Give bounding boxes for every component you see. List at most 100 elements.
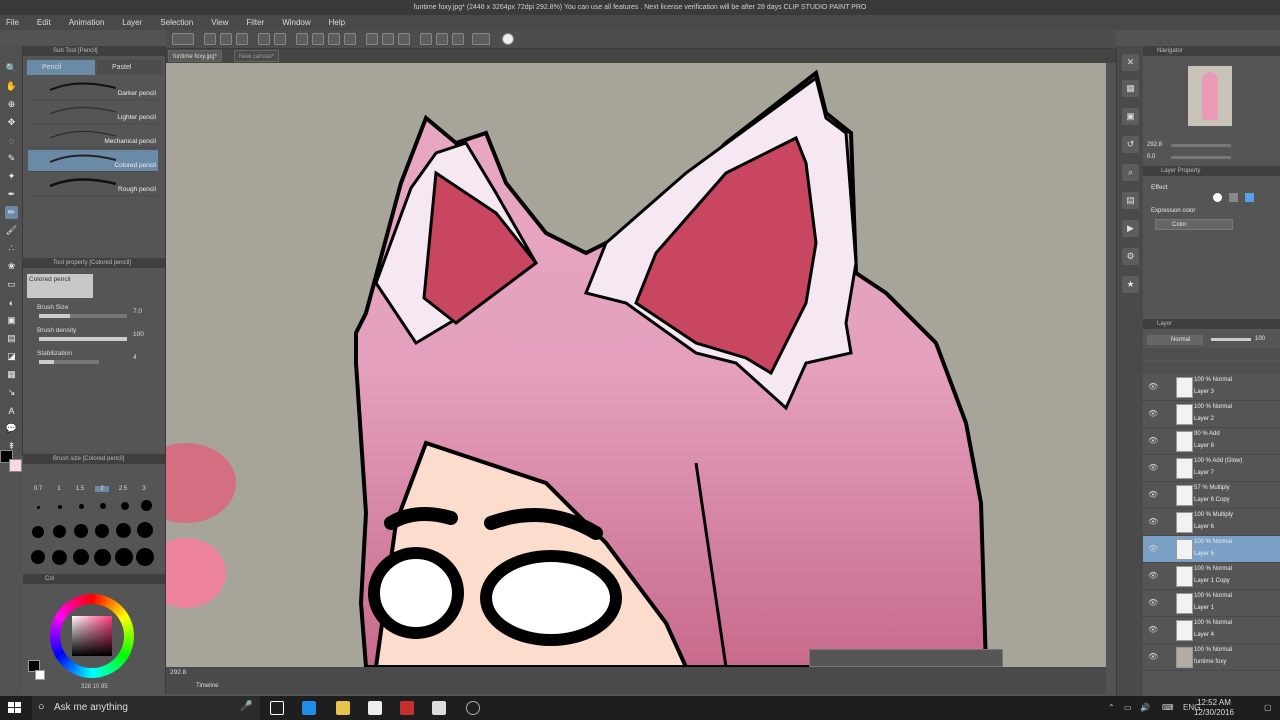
size-dot[interactable] (116, 523, 131, 538)
opacity-slider[interactable] (1211, 338, 1251, 341)
search-input[interactable]: Ask me anything (32, 696, 260, 720)
save-icon[interactable] (236, 33, 248, 45)
airbrush-icon[interactable]: ∴ (5, 242, 18, 255)
layer-actions-bar[interactable] (1143, 361, 1280, 373)
wand-icon[interactable]: ✦ (5, 170, 18, 183)
display-settings-icon[interactable] (472, 33, 490, 45)
zoom-readout[interactable]: 292.8 (170, 669, 186, 676)
pen-icon[interactable]: ✒ (5, 188, 18, 201)
edge-icon[interactable] (302, 701, 316, 715)
canvas[interactable] (166, 63, 1106, 667)
sub-view-icon[interactable]: ▣ (1122, 108, 1139, 125)
close-icon[interactable]: ✕ (1122, 54, 1139, 71)
task-view-icon[interactable] (270, 701, 284, 715)
help-icon[interactable] (502, 33, 514, 45)
size-label[interactable]: 3 (137, 486, 151, 492)
clip-studio-taskbar-icon[interactable] (432, 701, 446, 715)
frame-icon[interactable]: ▦ (5, 368, 18, 381)
size-dot[interactable] (32, 526, 44, 538)
size-label[interactable]: 1.5 (73, 486, 87, 492)
sub-color-chip[interactable] (35, 670, 45, 680)
snap-ruler-icon[interactable] (420, 33, 432, 45)
menu-view[interactable]: View (211, 18, 228, 27)
undo-icon[interactable] (258, 33, 270, 45)
tab-pastel[interactable]: Pastel (97, 60, 163, 75)
brush-lighter-pencil[interactable]: Lighter pencil (28, 102, 158, 124)
size-dot[interactable] (94, 549, 111, 566)
brush-mechanical-pencil[interactable]: Mechanical pencil (28, 126, 158, 148)
eye-icon[interactable]: 👁 (1148, 437, 1158, 445)
microphone-icon[interactable]: 🎤 (240, 701, 252, 712)
navigator-preview[interactable] (1188, 66, 1232, 126)
new-file-icon[interactable] (204, 33, 216, 45)
balloon-icon[interactable]: 💬 (5, 422, 18, 435)
size-dot[interactable] (79, 504, 84, 509)
notification-icon[interactable]: ▢ (1264, 703, 1272, 712)
eye-icon[interactable]: 👁 (1148, 491, 1158, 499)
snap-grid-icon[interactable] (436, 33, 448, 45)
size-dot[interactable] (31, 550, 45, 564)
crop-icon[interactable] (312, 33, 324, 45)
eye-icon[interactable]: 👁 (1148, 464, 1158, 472)
layer-row[interactable]: 👁 100 % Normal Layer 4 (1143, 617, 1280, 644)
blend-icon[interactable]: ◐ (5, 296, 18, 309)
auto-action-icon[interactable]: ⚙ (1122, 248, 1139, 265)
menu-edit[interactable]: Edit (37, 18, 51, 27)
eye-icon[interactable]: 👁 (1148, 410, 1158, 418)
layer-row[interactable]: 👁 100 % Normal Layer 1 Copy (1143, 563, 1280, 590)
volume-icon[interactable]: 🔊 (1140, 703, 1150, 712)
text-icon[interactable]: A (5, 404, 18, 417)
eye-icon[interactable]: 👁 (1148, 518, 1158, 526)
size-dot[interactable] (52, 550, 67, 565)
blend-mode-select[interactable]: Normal (1147, 335, 1203, 345)
sub-color-swatch[interactable] (9, 459, 22, 472)
tab-funtime-foxy[interactable]: funtime foxy.jpg* (168, 50, 222, 62)
timeline-tab[interactable]: Timeline (196, 683, 218, 689)
layer-row[interactable]: 👁 100 % Normal Layer 3 (1143, 374, 1280, 401)
size-dot[interactable] (141, 500, 152, 511)
navigator-angle[interactable]: 0.0 (1147, 154, 1155, 160)
clip-studio-icon[interactable] (172, 33, 194, 45)
brush-darker-pencil[interactable]: Darker pencil (28, 78, 158, 100)
hand-icon[interactable]: ✋ (5, 80, 18, 93)
open-file-icon[interactable] (220, 33, 232, 45)
obs-icon[interactable] (466, 701, 480, 715)
brush-size-slider[interactable] (39, 314, 127, 318)
stabilization-value[interactable]: 4 (133, 354, 137, 361)
ruler-icon[interactable]: ↘ (5, 386, 18, 399)
menu-help[interactable]: Help (329, 18, 345, 27)
size-label[interactable]: 1 (52, 486, 66, 492)
zoom-icon[interactable]: 🔍 (5, 62, 18, 75)
brush-density-value[interactable]: 100 (133, 331, 144, 338)
redo-icon[interactable] (274, 33, 286, 45)
size-label[interactable]: 2.5 (116, 486, 130, 492)
eyedropper-icon[interactable]: ✎ (5, 152, 18, 165)
effect-border-icon[interactable] (1213, 193, 1222, 202)
clear-selection-icon[interactable] (296, 33, 308, 45)
size-dot[interactable] (74, 524, 88, 538)
clock[interactable]: 12:52 AM 12/30/2016 (1194, 698, 1234, 718)
app-icon[interactable] (400, 701, 414, 715)
eye-icon[interactable]: 👁 (1148, 572, 1158, 580)
magnify-icon[interactable]: ⊕ (5, 98, 18, 111)
saturation-square[interactable] (72, 616, 112, 656)
layer-options-bar[interactable] (1143, 348, 1280, 360)
navigator-zoom[interactable]: 292.8 (1147, 142, 1162, 148)
item-bank-icon[interactable]: ▤ (1122, 192, 1139, 209)
layer-row[interactable]: 👁 100 % Add (Glow) Layer 7 (1143, 455, 1280, 482)
rotate-slider[interactable] (1171, 156, 1231, 159)
tab-pencil[interactable]: Pencil (27, 60, 95, 75)
size-dot[interactable] (37, 506, 40, 509)
size-label[interactable]: 2 (95, 486, 109, 492)
file-explorer-icon[interactable] (336, 701, 350, 715)
menu-layer[interactable]: Layer (122, 18, 142, 27)
tab-new-canvas[interactable]: New canvas* (234, 50, 280, 62)
network-icon[interactable]: ▭ (1124, 703, 1132, 712)
layer-row[interactable]: 👁 100 % Normal Layer 2 (1143, 401, 1280, 428)
animation-icon[interactable]: ▶ (1122, 220, 1139, 237)
layer-row[interactable]: 👁 57 % Multiply Layer 6 Copy (1143, 482, 1280, 509)
menu-filter[interactable]: Filter (246, 18, 264, 27)
snap-point-icon[interactable] (452, 33, 464, 45)
layer-row[interactable]: 👁 100 % Normal funtime foxy (1143, 644, 1280, 671)
store-icon[interactable] (368, 701, 382, 715)
